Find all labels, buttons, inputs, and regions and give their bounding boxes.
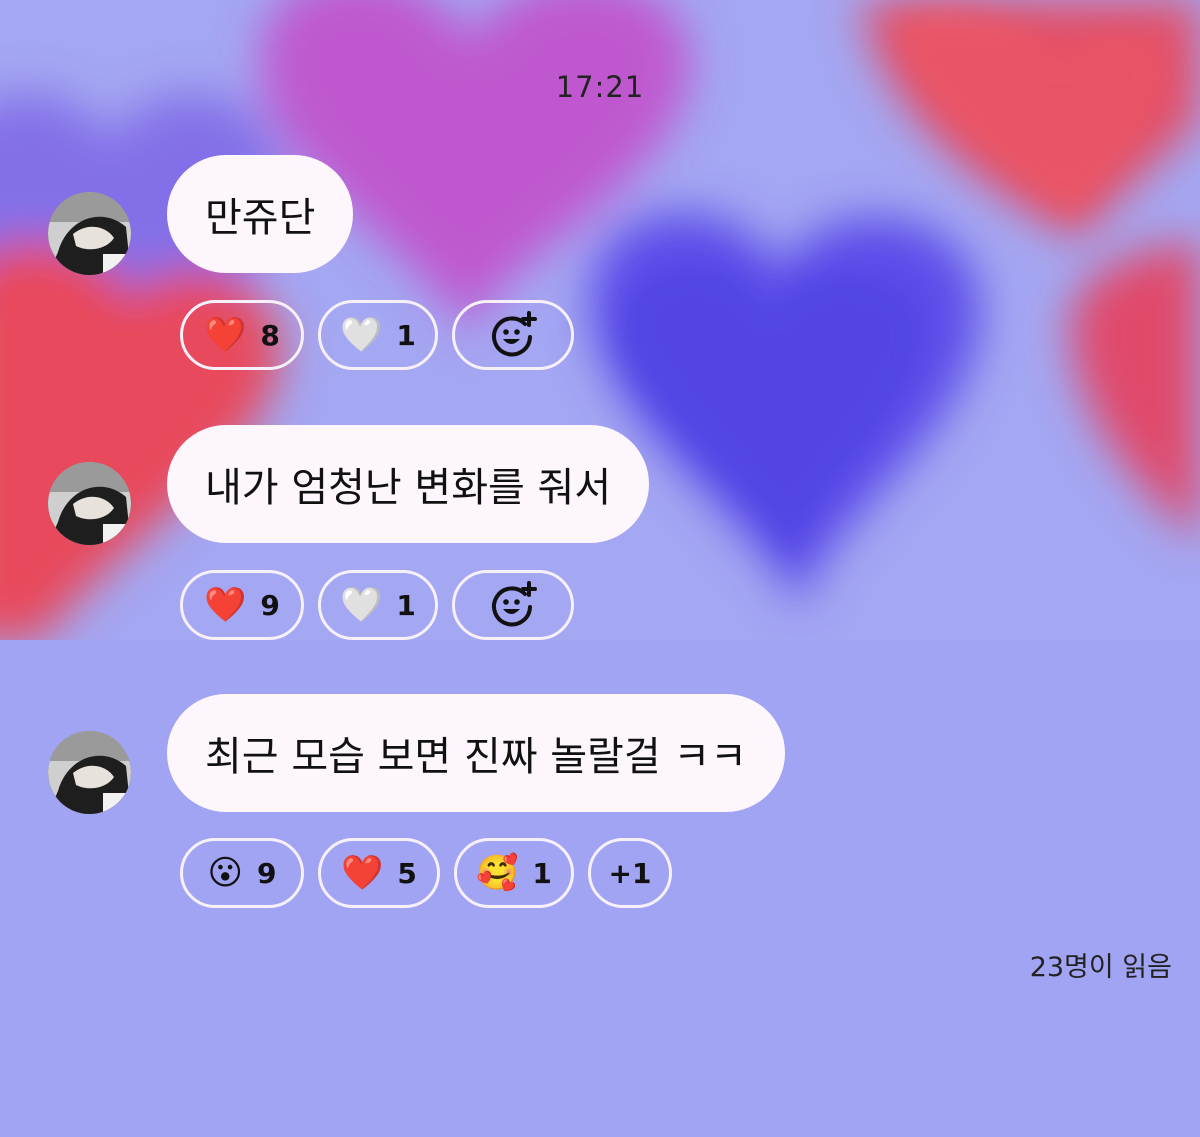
reaction-chip-red-heart[interactable]: ❤️ 8 <box>180 300 304 370</box>
add-reaction-button[interactable] <box>452 300 574 370</box>
reaction-bar: ❤️ 8 🤍 1 <box>180 300 574 370</box>
red-heart-icon: ❤️ <box>204 315 247 355</box>
reaction-count: 9 <box>256 856 277 890</box>
reaction-count: 1 <box>532 856 552 890</box>
reaction-chip-red-heart[interactable]: ❤️ 5 <box>318 838 440 908</box>
reaction-chip-surprised-face[interactable]: 😮 9 <box>180 838 304 908</box>
reaction-chip-white-heart[interactable]: 🤍 1 <box>318 300 438 370</box>
reaction-chip-red-heart[interactable]: ❤️ 9 <box>180 570 304 640</box>
reaction-bar: ❤️ 9 🤍 1 <box>180 570 574 640</box>
profile-photo-icon <box>48 731 131 814</box>
reaction-chip-smiling-face-with-hearts[interactable]: 🥰 1 <box>454 838 574 908</box>
read-receipt: 23명이 읽음 <box>1029 952 1172 983</box>
message-bubble[interactable]: 내가 엄청난 변화를 줘서 <box>167 425 650 543</box>
profile-photo-icon <box>48 192 131 275</box>
more-reactions-button[interactable]: +1 <box>588 838 672 908</box>
message-row: 내가 엄청난 변화를 줘서 ❤️ 9 🤍 1 <box>0 425 1200 675</box>
reaction-count: 1 <box>396 318 416 352</box>
add-reaction-icon <box>492 311 537 357</box>
message-bubble[interactable]: 최근 모습 보면 진짜 놀랄걸 ㅋㅋ <box>167 694 785 812</box>
reaction-chip-white-heart[interactable]: 🤍 1 <box>318 570 438 640</box>
white-heart-icon: 🤍 <box>340 585 383 625</box>
add-reaction-button[interactable] <box>452 570 574 640</box>
red-heart-icon: ❤️ <box>204 585 247 625</box>
avatar[interactable] <box>48 462 131 545</box>
surprised-face-icon: 😮 <box>207 853 243 893</box>
message-timestamp: 17:21 <box>555 70 645 104</box>
reaction-count: 5 <box>397 856 417 890</box>
avatar[interactable] <box>48 192 131 275</box>
reaction-count: 9 <box>260 588 280 622</box>
more-reactions-label: +1 <box>608 856 652 890</box>
reaction-bar: 😮 9 ❤️ 5 🥰 1 +1 <box>180 838 672 908</box>
smiling-face-with-hearts-icon: 🥰 <box>476 853 519 893</box>
profile-photo-icon <box>48 462 131 545</box>
message-row: 최근 모습 보면 진짜 놀랄걸 ㅋㅋ 😮 9 ❤️ 5 🥰 1 +1 <box>0 694 1200 944</box>
white-heart-icon: 🤍 <box>340 315 383 355</box>
message-row: 만쥬단 ❤️ 8 🤍 1 <box>0 155 1200 405</box>
reaction-count: 8 <box>260 318 280 352</box>
red-heart-icon: ❤️ <box>341 853 384 893</box>
avatar[interactable] <box>48 731 131 814</box>
reaction-count: 1 <box>396 588 416 622</box>
message-bubble[interactable]: 만쥬단 <box>167 155 354 273</box>
add-reaction-icon <box>492 581 537 627</box>
